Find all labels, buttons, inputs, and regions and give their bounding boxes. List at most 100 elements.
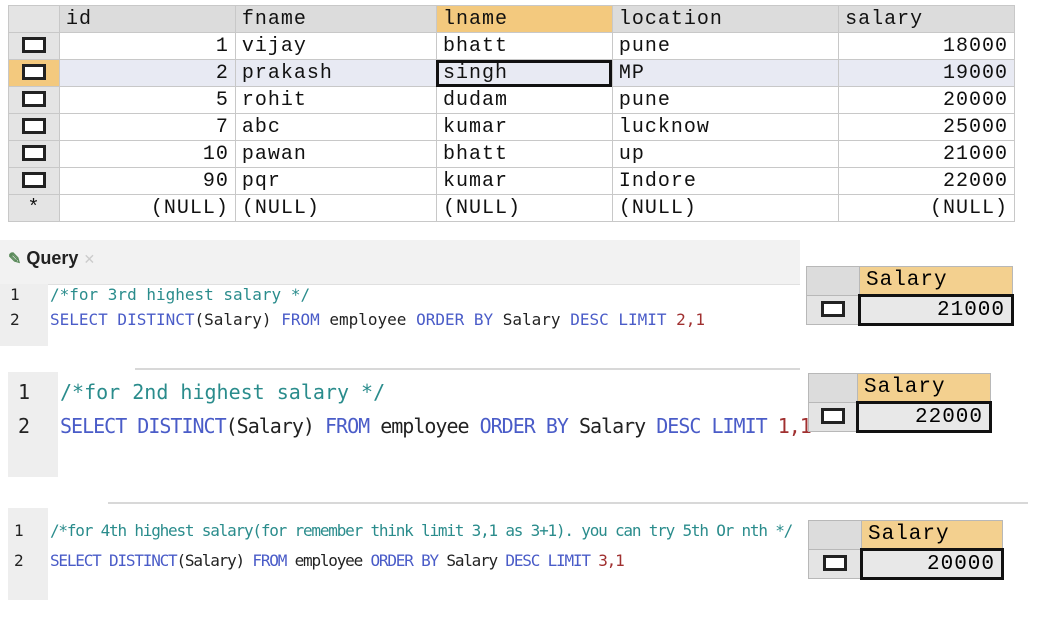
cell-lname-focused[interactable]: singh xyxy=(435,59,613,87)
sql-keyword: FROM xyxy=(281,310,320,329)
cell-location[interactable]: up xyxy=(611,140,840,168)
cell-null[interactable]: (NULL) xyxy=(838,194,1015,222)
cell-lname[interactable]: dudam xyxy=(435,86,613,114)
cell-salary[interactable]: 20000 xyxy=(838,86,1015,114)
cell-fname[interactable]: pqr xyxy=(234,167,437,195)
cell-location[interactable]: lucknow xyxy=(611,113,840,141)
result-corner xyxy=(806,266,860,296)
sql-text: Salary xyxy=(437,551,506,570)
row-select-checkbox[interactable] xyxy=(8,113,60,141)
column-header-location[interactable]: location xyxy=(611,5,840,33)
cell-fname[interactable]: rohit xyxy=(234,86,437,114)
sql-text: employee xyxy=(319,310,417,329)
tab-query[interactable]: ✎ Query ✕ xyxy=(8,248,95,278)
cell-null[interactable]: (NULL) xyxy=(435,194,613,222)
query-tab-bar xyxy=(0,240,800,285)
result-row-checkbox[interactable] xyxy=(806,295,860,325)
checkbox-icon xyxy=(22,118,46,135)
cell-salary[interactable]: 18000 xyxy=(838,32,1015,60)
sql-text: Salary xyxy=(567,414,657,438)
result-value[interactable]: 21000 xyxy=(858,294,1014,326)
sql-number: 2,1 xyxy=(666,310,706,329)
line-number: 2 xyxy=(14,551,24,570)
table-row[interactable]: 1 vijay bhatt pune 18000 xyxy=(8,32,1015,60)
results-grid[interactable]: id fname lname location salary 1 vijay b… xyxy=(8,5,1015,222)
sql-text: Salary xyxy=(493,310,571,329)
cell-salary[interactable]: 19000 xyxy=(838,59,1015,87)
cell-fname[interactable]: vijay xyxy=(234,32,437,60)
table-row[interactable]: 5 rohit dudam pune 20000 xyxy=(8,86,1015,114)
cell-lname[interactable]: bhatt xyxy=(435,140,613,168)
query-tab-label: Query xyxy=(26,248,79,268)
cell-location[interactable]: pune xyxy=(611,86,840,114)
result-column-header[interactable]: Salary xyxy=(857,373,991,403)
table-row[interactable]: 90 pqr kumar Indore 22000 xyxy=(8,167,1015,195)
table-row[interactable]: 7 abc kumar lucknow 25000 xyxy=(8,113,1015,141)
cell-null[interactable]: (NULL) xyxy=(59,194,236,222)
cell-fname[interactable]: pawan xyxy=(234,140,437,168)
sql-statement[interactable]: SELECT DISTINCT(Salary) FROM employee OR… xyxy=(50,310,705,329)
row-select-checkbox[interactable] xyxy=(8,86,60,114)
checkbox-icon xyxy=(822,554,847,571)
row-select-checkbox[interactable] xyxy=(8,167,60,195)
cell-location[interactable]: Indore xyxy=(611,167,840,195)
cell-location[interactable]: pune xyxy=(611,32,840,60)
cell-salary[interactable]: 22000 xyxy=(838,167,1015,195)
sql-text: employee xyxy=(369,414,480,438)
sql-comment[interactable]: /*for 4th highest salary(for remember th… xyxy=(50,521,793,540)
result-column-header[interactable]: Salary xyxy=(861,520,1003,550)
sql-statement[interactable]: SELECT DISTINCT(Salary) FROM employee OR… xyxy=(50,551,625,570)
sql-text: employee xyxy=(286,551,371,570)
new-row-marker[interactable]: * xyxy=(8,194,60,222)
column-header-salary[interactable]: salary xyxy=(838,5,1015,33)
result-value[interactable]: 20000 xyxy=(860,548,1004,580)
cell-salary[interactable]: 21000 xyxy=(838,140,1015,168)
cell-salary[interactable]: 25000 xyxy=(838,113,1015,141)
cell-null[interactable]: (NULL) xyxy=(234,194,437,222)
cell-lname[interactable]: bhatt xyxy=(435,32,613,60)
cell-null[interactable]: (NULL) xyxy=(611,194,840,222)
result-value[interactable]: 22000 xyxy=(856,401,992,433)
column-header-lname[interactable]: lname xyxy=(435,5,613,33)
line-number: 2 xyxy=(10,310,20,329)
checkbox-icon xyxy=(22,64,46,81)
cell-lname[interactable]: kumar xyxy=(435,113,613,141)
cell-id[interactable]: 1 xyxy=(59,32,236,60)
sql-text: (Salary) xyxy=(225,414,325,438)
result-row-checkbox[interactable] xyxy=(808,402,858,432)
cell-fname[interactable]: abc xyxy=(234,113,437,141)
result-grid-2[interactable]: Salary 22000 xyxy=(808,373,992,433)
row-select-checkbox[interactable] xyxy=(8,140,60,168)
sql-comment[interactable]: /*for 2nd highest salary */ xyxy=(60,380,385,404)
cell-id[interactable]: 90 xyxy=(59,167,236,195)
cell-id[interactable]: 7 xyxy=(59,113,236,141)
sql-keyword: DESC LIMIT xyxy=(656,414,767,438)
sql-keyword: DESC LIMIT xyxy=(505,551,591,570)
sql-statement[interactable]: SELECT DISTINCT(Salary) FROM employee OR… xyxy=(60,414,812,438)
result-grid-3[interactable]: Salary 20000 xyxy=(808,520,1004,580)
cell-location[interactable]: MP xyxy=(611,59,840,87)
cell-id[interactable]: 5 xyxy=(59,86,236,114)
cell-id[interactable]: 10 xyxy=(59,140,236,168)
new-row[interactable]: * (NULL) (NULL) (NULL) (NULL) (NULL) xyxy=(8,194,1015,222)
cell-fname[interactable]: prakash xyxy=(234,59,437,87)
column-header-fname[interactable]: fname xyxy=(234,5,437,33)
row-select-checkbox[interactable] xyxy=(8,32,60,60)
sql-keyword: FROM xyxy=(252,551,287,570)
sql-comment[interactable]: /*for 3rd highest salary */ xyxy=(50,285,310,304)
result-corner xyxy=(808,520,862,550)
row-select-checkbox[interactable] xyxy=(8,59,60,87)
close-tab-icon[interactable]: ✕ xyxy=(83,251,95,267)
cell-id[interactable]: 2 xyxy=(59,59,236,87)
cell-lname[interactable]: kumar xyxy=(435,167,613,195)
result-grid-1[interactable]: Salary 21000 xyxy=(806,266,1014,326)
sql-keyword: ORDER BY xyxy=(416,310,494,329)
result-row-checkbox[interactable] xyxy=(808,549,862,579)
column-header-id[interactable]: id xyxy=(59,5,236,33)
checkbox-icon xyxy=(22,37,46,54)
table-row-selected[interactable]: 2 prakash singh MP 19000 xyxy=(8,59,1015,87)
table-row[interactable]: 10 pawan bhatt up 21000 xyxy=(8,140,1015,168)
result-column-header[interactable]: Salary xyxy=(859,266,1013,296)
row-header-corner[interactable] xyxy=(8,5,60,33)
checkbox-icon xyxy=(22,145,46,162)
